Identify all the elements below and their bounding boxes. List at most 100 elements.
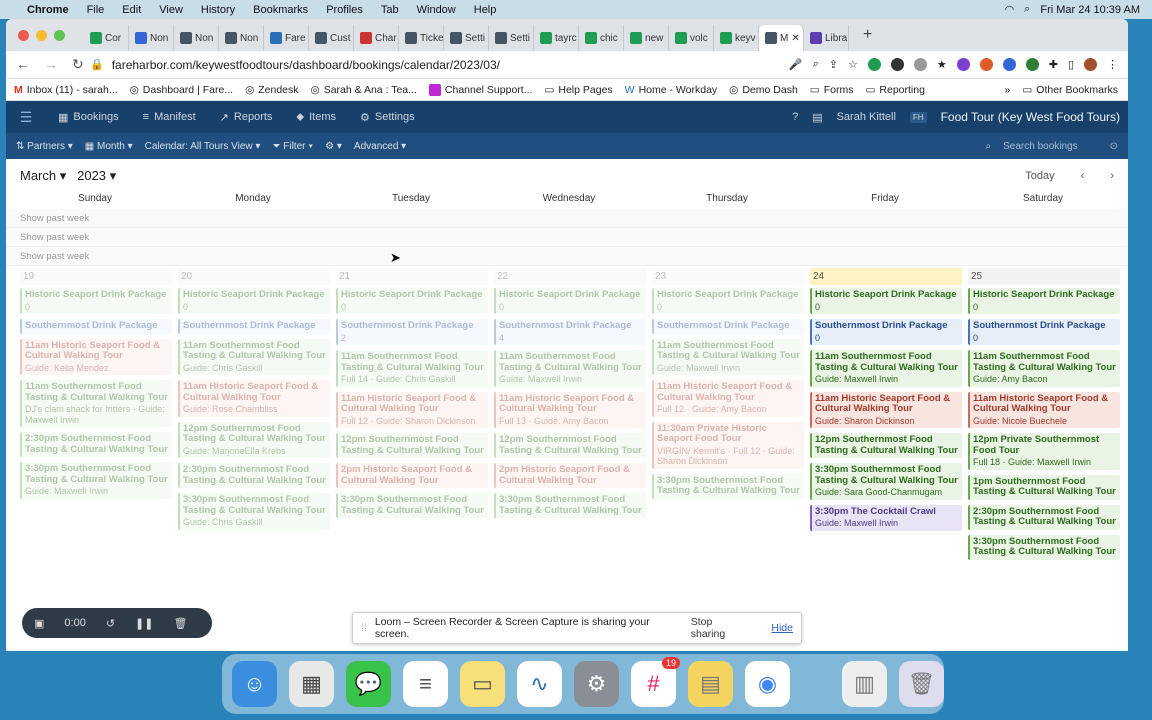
show-past-week[interactable]: Show past week — [20, 232, 178, 243]
extension-icon[interactable] — [956, 58, 970, 71]
tour-event[interactable]: 3:30pm Southernmost Food Tasting & Cultu… — [494, 493, 646, 518]
tour-event[interactable]: 11am Southernmost Food Tasting & Cultura… — [20, 380, 172, 427]
tour-event[interactable]: 3:30pm Southernmost Food Tasting & Cultu… — [810, 463, 962, 500]
tour-event[interactable]: Historic Seaport Drink Package 0 — [810, 288, 962, 314]
restart-icon[interactable]: ↺ — [106, 617, 115, 630]
system-settings-icon[interactable]: ⚙ — [574, 661, 619, 707]
new-tab-icon[interactable]: + — [849, 26, 872, 44]
clipboard-icon[interactable]: ▤ — [812, 111, 822, 124]
tab-active[interactable]: M ✕ — [759, 25, 804, 51]
tour-event[interactable]: 11am Historic Seaport Food & Cultural Wa… — [810, 391, 962, 428]
notes-icon[interactable]: ▭ — [460, 661, 505, 707]
tab[interactable]: tayrc — [534, 25, 579, 51]
extension-icon[interactable] — [1025, 58, 1039, 71]
past-week-row[interactable]: Show past week — [6, 209, 1128, 228]
tour-event[interactable]: 2pm Historic Seaport Food & Cultural Wal… — [336, 463, 488, 488]
trash-can-icon[interactable]: 🗑 — [899, 661, 944, 707]
tab[interactable]: Non — [219, 25, 264, 51]
close-icon[interactable] — [18, 29, 29, 41]
prev-month-icon[interactable]: ‹ — [1081, 170, 1085, 182]
menu-tab[interactable]: Tab — [372, 4, 408, 16]
day-cell[interactable]: 23 Historic Seaport Drink Package 0 Souther… — [652, 268, 810, 628]
tab[interactable]: new — [624, 25, 669, 51]
extension-icon[interactable] — [913, 58, 927, 71]
nav-manifest[interactable]: ≡ Manifest — [131, 111, 208, 123]
user-name[interactable]: Sarah Kittell — [837, 111, 896, 123]
bookmark-item[interactable]: M Inbox (11) - sarah... — [14, 84, 118, 96]
tour-event[interactable]: 3:30pm The Cocktail Crawl Guide: Maxwell … — [810, 504, 962, 531]
menu-view[interactable]: View — [150, 4, 192, 16]
advanced-dropdown[interactable]: Advanced ▾ — [354, 141, 406, 152]
tour-event[interactable]: 3:30pm Southernmost Food Tasting & Cultu… — [336, 493, 488, 518]
tour-event[interactable]: Southernmost Drink Package 0 — [968, 319, 1120, 345]
clock[interactable]: Fri Mar 24 10:39 AM — [1040, 4, 1140, 16]
star-icon[interactable]: ★ — [937, 58, 947, 71]
search-bookings-input[interactable]: Search bookings — [1003, 141, 1078, 152]
tour-event[interactable]: 11am Historic Seaport Food & Cultural Wa… — [178, 380, 330, 417]
other-bookmarks[interactable]: ▭ Other Bookmarks — [1022, 84, 1128, 96]
tab[interactable]: Setti — [444, 25, 489, 51]
extension-icon[interactable] — [1002, 58, 1016, 71]
menu-profiles[interactable]: Profiles — [317, 4, 372, 16]
kebab-menu-icon[interactable]: ⋮ — [1107, 58, 1118, 71]
month-selector[interactable]: March ▾ 2023 ▾ — [20, 168, 116, 184]
day-cell[interactable]: 20 Historic Seaport Drink Package 0 Souther… — [178, 268, 336, 628]
tour-event[interactable]: Historic Seaport Drink Package 0 — [968, 288, 1120, 314]
tour-event[interactable]: 11am Historic Seaport Food & Cultural Wa… — [652, 380, 804, 417]
trash-icon[interactable]: 🗑 — [173, 617, 187, 630]
menu-help[interactable]: Help — [465, 4, 506, 16]
nav-bookings[interactable]: ▦ Bookings — [46, 111, 131, 124]
show-past-week[interactable]: Show past week — [20, 213, 178, 224]
tab[interactable]: Cust — [309, 25, 354, 51]
tour-event[interactable]: 11:30am Private Historic Seaport Food To… — [652, 421, 804, 469]
next-month-icon[interactable]: › — [1110, 170, 1114, 182]
tour-event[interactable]: 2:30pm Southernmost Food Tasting & Cultu… — [20, 432, 172, 457]
chrome-icon[interactable]: ◉ — [745, 661, 790, 707]
bookmark-item[interactable]: ◎ Zendesk — [245, 84, 298, 96]
bookmark-item[interactable]: ▭ Reporting — [865, 84, 924, 96]
slack-icon[interactable]: #19 — [631, 657, 680, 707]
tour-event[interactable]: 11am Southernmost Food Tasting & Cultura… — [810, 350, 962, 387]
tour-event[interactable]: 2:30pm Southernmost Food Tasting & Cultu… — [178, 463, 330, 488]
tour-event[interactable]: 1pm Southernmost Food Tasting & Cultural… — [968, 474, 1120, 500]
tab[interactable]: Non — [174, 25, 219, 51]
tab[interactable]: chic — [579, 25, 624, 51]
bookmark-item[interactable]: ▭ Forms — [810, 84, 854, 96]
menu-edit[interactable]: Edit — [113, 4, 150, 16]
pause-icon[interactable]: ❚❚ — [135, 617, 153, 630]
tab[interactable]: Ticke — [399, 25, 444, 51]
menu-file[interactable]: File — [78, 4, 114, 16]
day-cell[interactable]: 21 Historic Seaport Drink Package 0 Souther… — [336, 268, 494, 628]
tour-event[interactable]: 3:30pm Southernmost Food Tasting & Cultu… — [20, 462, 172, 499]
tab[interactable]: Libra — [804, 25, 849, 51]
tour-event[interactable]: Historic Seaport Drink Package 0 — [20, 288, 172, 314]
url-field[interactable]: fareharbor.com/keywestfoodtours/dashboar… — [112, 58, 732, 72]
minimize-icon[interactable] — [36, 29, 47, 41]
wifi-icon[interactable]: ◠ — [1005, 3, 1015, 16]
tour-event[interactable]: 11am Historic Seaport Food & Cultural Wa… — [494, 391, 646, 428]
messages-icon[interactable]: 💬 — [346, 661, 391, 707]
day-cell[interactable]: 19 Historic Seaport Drink Package 0 Souther… — [20, 268, 178, 628]
drag-handle-icon[interactable]: ⁞⁞ — [361, 622, 367, 634]
tour-event[interactable]: 11am Southernmost Food Tasting & Cultura… — [336, 350, 488, 387]
reminders-icon[interactable]: ≡ — [403, 661, 448, 707]
bookmark-item[interactable]: ◎ Dashboard | Fare... — [130, 84, 233, 96]
puzzle-icon[interactable]: ✚ — [1049, 58, 1058, 71]
tour-event[interactable]: 12pm Private Southernmost Food Tour Full … — [968, 433, 1120, 470]
tour-event[interactable]: 11am Historic Seaport Food & Cultural Wa… — [968, 391, 1120, 428]
bookmark-item[interactable]: ◎ Sarah & Ana : Tea... — [311, 84, 417, 96]
nav-items[interactable]: ⬥ Items — [284, 111, 348, 124]
tab[interactable]: Non — [129, 25, 174, 51]
day-cell[interactable]: 25 Historic Seaport Drink Package 0 Souther… — [968, 268, 1126, 628]
tour-event[interactable]: 11am Southernmost Food Tasting & Cultura… — [178, 338, 330, 375]
extension-icon[interactable] — [979, 58, 993, 71]
filter-dropdown[interactable]: ⏷ Filter ▾ — [272, 141, 313, 152]
tab[interactable]: Setti — [489, 25, 534, 51]
tour-event[interactable]: 11am Southernmost Food Tasting & Cultura… — [968, 350, 1120, 387]
tour-event[interactable]: Southernmost Drink Package — [652, 319, 804, 334]
share-icon[interactable]: ⇪ — [829, 58, 838, 71]
nav-settings[interactable]: ⚙ Settings — [348, 111, 427, 124]
info-icon[interactable]: ⊙ — [1090, 141, 1118, 152]
bookmark-star-icon[interactable]: ☆ — [848, 58, 858, 71]
tour-event[interactable]: 12pm Southernmost Food Tasting & Cultura… — [810, 433, 962, 458]
